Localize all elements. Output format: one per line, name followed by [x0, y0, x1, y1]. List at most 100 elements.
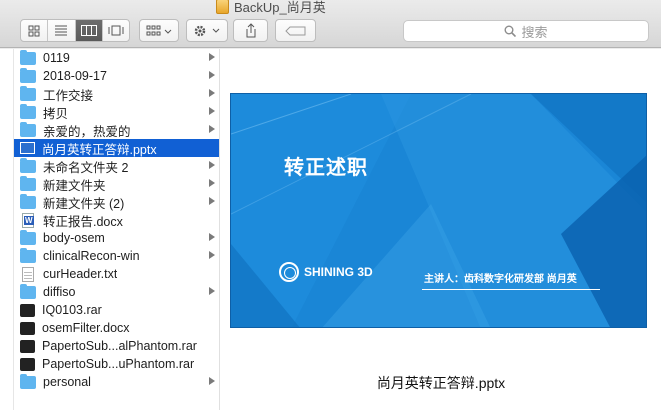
disclosure-arrow-icon — [209, 197, 215, 205]
search-field[interactable]: 搜索 — [403, 20, 649, 42]
list-item-label: clinicalRecon-win — [43, 249, 140, 263]
list-item[interactable]: 2018-09-17 — [14, 67, 219, 85]
disclosure-arrow-icon — [209, 377, 215, 385]
folder-icon — [20, 247, 36, 263]
tags-button[interactable] — [275, 19, 316, 42]
gear-chevron-icon — [194, 25, 220, 36]
list-item[interactable]: osemFilter.docx — [14, 319, 219, 337]
logo-icon — [279, 262, 299, 282]
list-item[interactable]: 转正报告.docx — [14, 211, 219, 229]
list-item-label: 转正报告.docx — [43, 214, 123, 229]
disclosure-arrow-icon — [209, 89, 215, 97]
list-item-label: 工作交接 — [43, 88, 94, 103]
folder-icon — [20, 229, 36, 245]
share-button[interactable] — [233, 19, 268, 42]
window-title: BackUp_尚月英 — [216, 0, 326, 15]
archive-icon — [20, 339, 35, 353]
list-item[interactable]: 0119 — [14, 49, 219, 67]
file-column[interactable]: 0119 2018-09-17 工作交接拷贝 亲爱的，热爱的尚月英转正答辩.pptx 未… — [14, 49, 220, 410]
slide-thumbnail[interactable]: 转正述职 SHINING 3D 主讲人：齿科数字化研发部 尚月英 — [230, 93, 647, 328]
grid-icon — [28, 25, 40, 36]
disclosure-arrow-icon — [209, 125, 215, 133]
list-item[interactable]: clinicalRecon-win — [14, 247, 219, 265]
finder-window: BackUp_尚月英 搜索 0119 2018-09-17 工作交接 拷贝 亲爱… — [0, 0, 661, 410]
slide-presenter: 主讲人：齿科数字化研发部 尚月英 — [424, 274, 577, 285]
preview-filename: 尚月英转正答辩.pptx — [376, 375, 506, 391]
disclosure-arrow-icon — [209, 179, 215, 187]
folder-icon — [20, 175, 36, 191]
slide-title: 转正述职 — [284, 157, 368, 179]
folder-icon — [20, 157, 36, 173]
list-item[interactable]: IQ0103.rar — [14, 301, 219, 319]
disclosure-arrow-icon — [209, 251, 215, 259]
preview-pane: 转正述职 SHINING 3D 主讲人：齿科数字化研发部 尚月英 尚月英转正答辩… — [221, 49, 661, 410]
folder-icon — [20, 49, 36, 65]
list-item[interactable]: PapertoSub...uPhantom.rar — [14, 355, 219, 373]
group-by-button[interactable] — [139, 19, 179, 42]
list-item[interactable]: 未命名文件夹 2 — [14, 157, 219, 175]
disclosure-arrow-icon — [209, 233, 215, 241]
tag-icon — [284, 26, 305, 35]
folder-icon — [20, 193, 36, 209]
list-item-label: IQ0103.rar — [42, 303, 102, 317]
list-item[interactable]: body-osem — [14, 229, 219, 247]
previous-column[interactable] — [0, 49, 14, 410]
list-icon — [55, 25, 68, 36]
archive-icon — [20, 303, 35, 317]
presentation-icon — [20, 142, 35, 154]
list-item[interactable]: 拷贝 — [14, 103, 219, 121]
list-item-label: PapertoSub...uPhantom.rar — [42, 357, 195, 371]
list-view-button[interactable] — [48, 20, 76, 41]
gallery-view-button[interactable] — [103, 20, 129, 41]
disclosure-arrow-icon — [209, 107, 215, 115]
list-item[interactable]: PapertoSub...alPhantom.rar — [14, 337, 219, 355]
logo-text: SHINING 3D — [304, 265, 373, 279]
window-title-text: BackUp_尚月英 — [234, 0, 326, 15]
folder-icon — [20, 85, 36, 101]
list-item-label: 尚月英转正答辩.pptx — [42, 142, 157, 157]
folder-icon — [20, 67, 36, 83]
list-item[interactable]: 工作交接 — [14, 85, 219, 103]
list-item-label: osemFilter.docx — [42, 321, 130, 335]
list-item-label: PapertoSub...alPhantom.rar — [42, 339, 197, 353]
slide-divider — [422, 289, 600, 290]
toolbar: BackUp_尚月英 搜索 — [0, 0, 661, 48]
list-item[interactable]: 尚月英转正答辩.pptx — [14, 139, 219, 157]
list-item[interactable]: curHeader.txt — [14, 265, 219, 283]
action-button[interactable] — [186, 19, 228, 42]
folder-icon — [20, 121, 36, 137]
list-item-label: 新建文件夹 (2) — [43, 196, 125, 211]
browser-content: 0119 2018-09-17 工作交接拷贝 亲爱的，热爱的尚月英转正答辩.pptx 未… — [0, 49, 661, 410]
list-item[interactable]: diffiso — [14, 283, 219, 301]
disclosure-arrow-icon — [209, 287, 215, 295]
list-item[interactable]: personal — [14, 373, 219, 391]
archive-icon — [20, 357, 35, 371]
list-item-label: 拷贝 — [43, 106, 69, 121]
folder-icon — [20, 103, 36, 119]
list-item-label: curHeader.txt — [43, 267, 118, 281]
group-grid-chevron-icon — [146, 25, 172, 35]
disclosure-arrow-icon — [209, 53, 215, 61]
folder-icon — [216, 0, 229, 14]
column-view-button[interactable] — [75, 20, 103, 41]
list-item-label: 0119 — [43, 51, 70, 65]
disclosure-arrow-icon — [209, 71, 215, 79]
word-doc-icon — [22, 212, 34, 228]
disclosure-arrow-icon — [209, 161, 215, 169]
list-item-label: body-osem — [43, 231, 105, 245]
list-item[interactable]: 亲爱的，热爱的 — [14, 121, 219, 139]
icon-view-button[interactable] — [21, 20, 49, 41]
list-item[interactable]: 新建文件夹 — [14, 175, 219, 193]
company-logo: SHINING 3D — [279, 262, 373, 282]
columns-icon — [80, 25, 97, 36]
archive-icon — [20, 321, 35, 335]
view-mode-control — [20, 19, 130, 42]
folder-icon — [20, 283, 36, 299]
text-file-icon — [22, 266, 34, 282]
list-item-label: diffiso — [43, 285, 76, 299]
list-item-label: personal — [43, 375, 91, 389]
list-item[interactable]: 新建文件夹 (2) — [14, 193, 219, 211]
list-item-label: 未命名文件夹 2 — [43, 160, 129, 175]
search-placeholder: 搜索 — [521, 24, 548, 40]
list-item-label: 新建文件夹 — [43, 178, 106, 193]
